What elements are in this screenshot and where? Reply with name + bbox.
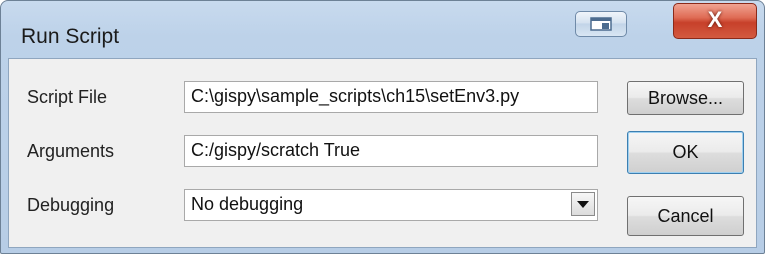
script-file-input[interactable]: C:\gispy\sample_scripts\ch15\setEnv3.py xyxy=(184,81,598,113)
restore-icon xyxy=(590,17,612,31)
debugging-selected-value: No debugging xyxy=(191,194,304,214)
title-bar[interactable]: Run Script X xyxy=(1,1,764,59)
ok-button[interactable]: OK xyxy=(627,131,744,174)
restore-button[interactable] xyxy=(575,11,627,37)
debugging-label: Debugging xyxy=(27,195,115,215)
close-button[interactable]: X xyxy=(673,3,757,39)
browse-button[interactable]: Browse... xyxy=(627,81,744,115)
debugging-select[interactable]: No debugging xyxy=(184,189,598,221)
dialog-body: Script File C:\gispy\sample_scripts\ch15… xyxy=(8,58,757,248)
run-script-dialog: Run Script X Script File C:\gispy\sample… xyxy=(0,0,765,254)
chevron-down-icon xyxy=(577,201,589,208)
script-file-label: Script File xyxy=(27,87,108,107)
arguments-input[interactable]: C:/gispy/scratch True xyxy=(184,135,598,167)
dropdown-button[interactable] xyxy=(571,192,595,216)
dialog-title: Run Script xyxy=(21,25,120,48)
close-icon: X xyxy=(707,7,723,32)
arguments-label: Arguments xyxy=(27,141,115,161)
cancel-button[interactable]: Cancel xyxy=(627,196,744,236)
